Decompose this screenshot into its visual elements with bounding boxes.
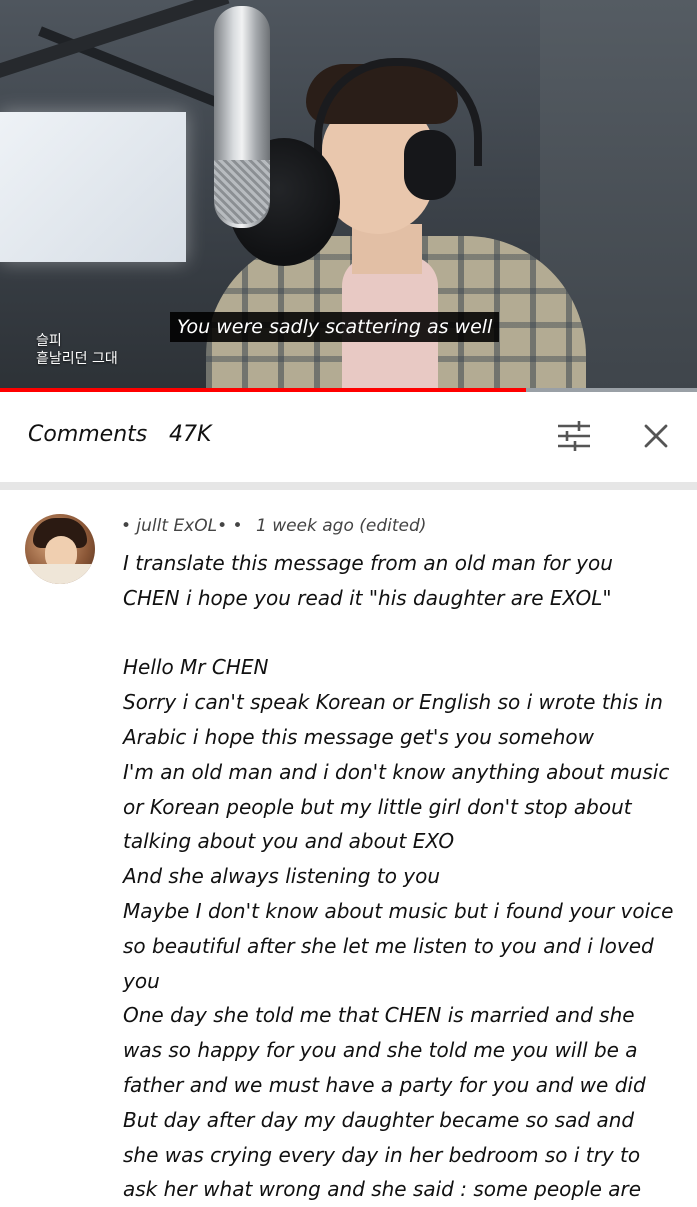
video-overlay-line-1: 슬피 xyxy=(36,333,62,349)
comment-text: I translate this message from an old man… xyxy=(123,546,683,1207)
video-player[interactable]: 슬피 흩날리던 그대 You were sadly scattering as … xyxy=(0,0,697,390)
video-caption: You were sadly scattering as well xyxy=(170,312,500,342)
comment-line: Arabic i hope this message get's you som… xyxy=(123,724,594,749)
comment-time: 1 week ago (edited) xyxy=(255,516,427,536)
comment-line xyxy=(123,616,683,651)
avatar-sweater xyxy=(25,564,95,584)
sliders-icon[interactable] xyxy=(554,416,594,456)
comment-line: And she always listening to you xyxy=(123,864,441,889)
comments-title: Comments xyxy=(28,422,148,447)
comment-line: father and we must have a party for you … xyxy=(123,1072,646,1097)
comment-line: One day she told me that CHEN is married… xyxy=(123,1003,635,1028)
comment-author[interactable]: • jullt ExOL• • xyxy=(121,516,243,536)
mic-boom-arm xyxy=(0,0,230,84)
comment-meta: • jullt ExOL• • 1 week ago (edited) xyxy=(121,516,426,536)
comment-item: • jullt ExOL• • 1 week ago (edited) I tr… xyxy=(0,490,697,1201)
section-divider xyxy=(0,482,697,490)
comments-count: 47K xyxy=(169,422,212,447)
comments-header: Comments 47K xyxy=(0,392,697,484)
comment-line: she was crying every day in her bedroom … xyxy=(123,1142,641,1167)
wall-light-panel xyxy=(0,112,186,262)
microphone-grille xyxy=(214,160,270,224)
comment-line: Sorry i can't speak Korean or English so… xyxy=(123,690,663,715)
comment-line: you xyxy=(123,968,160,993)
mic-stand-arm xyxy=(38,26,228,111)
comment-line: was so happy for you and she told me you… xyxy=(123,1038,638,1063)
comment-line: I translate this message from an old man… xyxy=(123,551,613,575)
comment-line: CHEN i hope you read it "his daughter ar… xyxy=(123,585,612,610)
avatar[interactable] xyxy=(25,514,95,584)
headphones-cup xyxy=(404,130,456,200)
comment-line: talking about you and about EXO xyxy=(123,829,455,854)
video-overlay-line-2: 흩날리던 그대 xyxy=(36,351,118,367)
close-icon[interactable] xyxy=(636,416,676,456)
comment-line: Maybe I don't know about music but i fou… xyxy=(123,898,674,923)
comment-line: I'm an old man and i don't know anything… xyxy=(123,759,670,784)
comment-line: so beautiful after she let me listen to … xyxy=(123,933,654,958)
comment-line: But day after day my daughter became so … xyxy=(123,1107,635,1132)
comment-line: Hello Mr CHEN xyxy=(123,655,269,680)
comment-line: ask her what wrong and she said : some p… xyxy=(123,1177,642,1202)
comment-line: or Korean people but my little girl don'… xyxy=(123,794,632,819)
